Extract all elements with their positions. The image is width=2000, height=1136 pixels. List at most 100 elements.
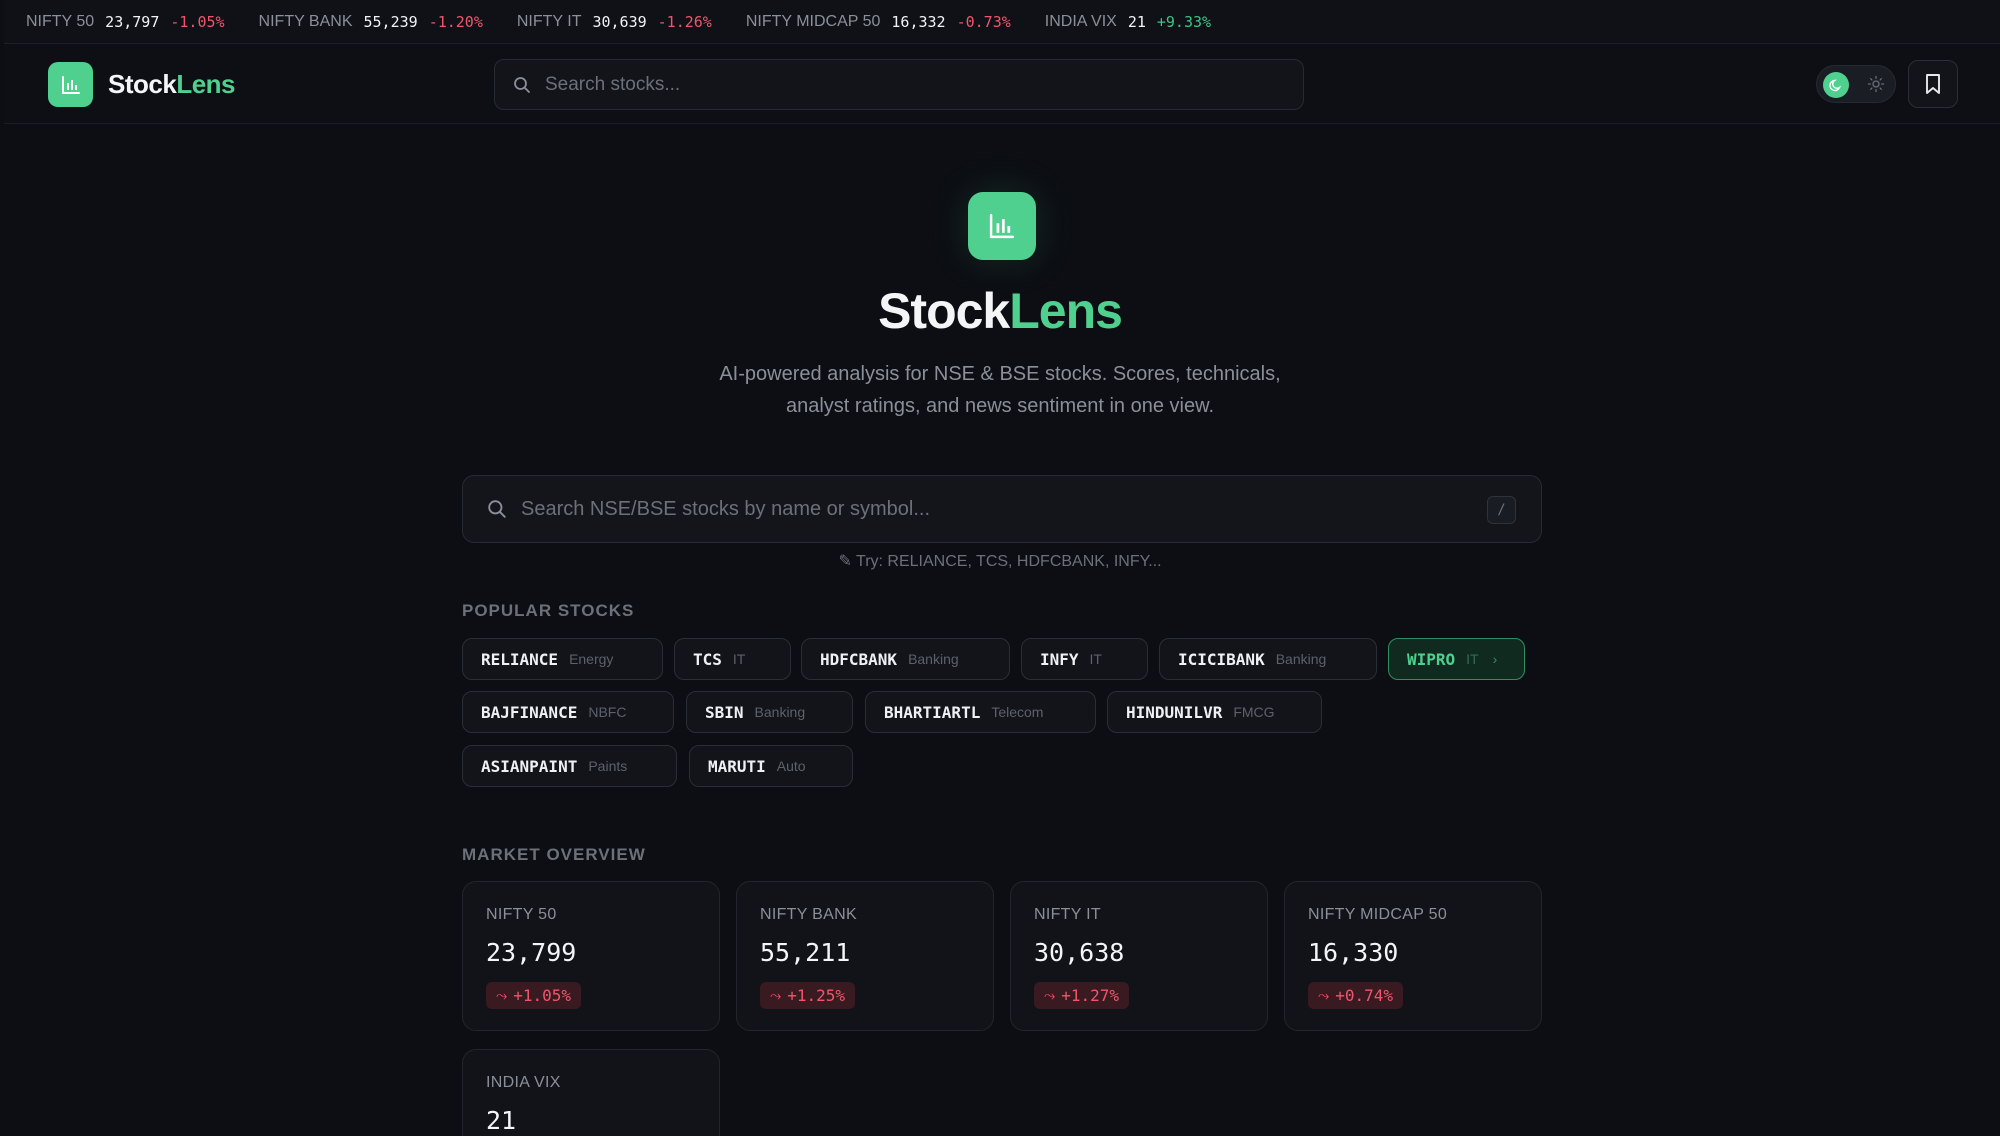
search-hint: ✎ Try: RELIANCE, TCS, HDFCBANK, INFY... <box>838 553 1162 570</box>
stock-chip-icicibank[interactable]: ICICIBANK Banking <box>1159 638 1377 680</box>
header-search-input[interactable] <box>545 73 1245 96</box>
hero-subtitle: AI-powered analysis for NSE & BSE stocks… <box>719 363 1281 417</box>
stock-chip-sbin[interactable]: SBIN Banking <box>686 691 853 733</box>
brand-name[interactable]: StockLens <box>108 69 235 100</box>
ticker-value: 16,332 <box>891 12 946 31</box>
index-card-name: NIFTY IT <box>1034 906 1101 923</box>
index-card-change-value: +1.25% <box>787 986 845 1005</box>
index-card-name: NIFTY BANK <box>760 906 857 923</box>
ticker-item-nifty-midcap-50: NIFTY MIDCAP 50 16,332 -0.73% <box>746 13 1011 31</box>
stock-chip-hindunilvr[interactable]: HINDUNILVR FMCG <box>1107 691 1322 733</box>
stock-chip-sector: IT <box>1466 651 1479 667</box>
header-search[interactable] <box>494 59 1304 110</box>
ticker-item-nifty-bank: NIFTY BANK 55,239 -1.20% <box>259 13 483 31</box>
stock-chip-symbol: HDFCBANK <box>820 649 898 669</box>
ticker-name: NIFTY MIDCAP 50 <box>745 12 881 30</box>
top-header: StockLens <box>4 44 2000 124</box>
stock-chip-symbol: HINDUNILVR <box>1126 702 1223 722</box>
chevron-right-icon: › <box>1492 651 1498 667</box>
bar-chart-icon <box>989 213 1015 239</box>
trend-down-icon: ⤳ <box>496 987 508 1004</box>
stock-chip-symbol: MARUTI <box>708 756 766 776</box>
search-icon <box>514 76 530 93</box>
stock-chip-sector: FMCG <box>1233 704 1275 720</box>
ticker-value: 21 <box>1127 12 1146 31</box>
stock-chip-wipro[interactable]: WIPRO IT › <box>1388 638 1525 680</box>
index-card-change-value: +0.74% <box>1335 986 1393 1005</box>
stock-chip-symbol: BHARTIARTL <box>884 702 981 722</box>
ticker-change: -0.73% <box>956 12 1011 31</box>
index-card-change-value: +1.27% <box>1061 986 1119 1005</box>
stock-chip-sector: Auto <box>776 758 806 774</box>
watchlist-button[interactable] <box>1908 60 1958 108</box>
index-card-change: ⤳ +1.27% <box>1034 982 1129 1009</box>
index-card-name: NIFTY 50 <box>486 906 557 923</box>
ticker-change: -1.26% <box>657 12 712 31</box>
stock-chip-sector: IT <box>1089 651 1102 667</box>
trend-down-icon: ⤳ <box>1318 987 1330 1004</box>
stock-chip-sector: IT <box>732 651 746 667</box>
hero-title-accent: Lens <box>1009 283 1123 339</box>
index-card-nifty-it[interactable]: NIFTY IT 30,638 ⤳ +1.27% <box>1010 881 1268 1031</box>
index-card-nifty-bank[interactable]: NIFTY BANK 55,211 ⤳ +1.25% <box>736 881 994 1031</box>
ticker-name: NIFTY 50 <box>26 12 95 30</box>
bar-chart-icon <box>61 75 80 94</box>
stock-chip-bajfinance[interactable]: BAJFINANCE NBFC <box>462 691 674 733</box>
stock-chip-sector: Paints <box>588 758 628 774</box>
ticker-item-nifty-it: NIFTY IT 30,639 -1.26% <box>517 13 712 31</box>
stock-chip-infy[interactable]: INFY IT <box>1021 638 1148 680</box>
index-card-value: 23,799 <box>486 938 577 967</box>
ticker-change: -1.05% <box>170 12 225 31</box>
trend-down-icon: ⤳ <box>1044 987 1056 1004</box>
main-search-input[interactable] <box>521 497 1461 521</box>
brand-name-part: Stock <box>108 69 177 99</box>
stock-chip-asianpaint[interactable]: ASIANPAINT Paints <box>462 745 677 787</box>
stock-chip-tcs[interactable]: TCS IT <box>674 638 791 680</box>
index-card-change: ⤳ +0.74% <box>1308 982 1403 1009</box>
stock-chip-sector: Banking <box>754 704 806 720</box>
stock-chip-sector: Energy <box>569 651 614 667</box>
market-ticker: NIFTY 50 23,797 -1.05% NIFTY BANK 55,239… <box>4 0 2000 44</box>
keyboard-shortcut-badge: / <box>1487 496 1516 524</box>
stock-chip-sector: NBFC <box>588 704 627 720</box>
stock-chip-symbol: ICICIBANK <box>1178 649 1265 669</box>
ticker-name: NIFTY BANK <box>258 12 353 30</box>
stock-chip-symbol: BAJFINANCE <box>481 702 578 722</box>
stock-chip-maruti[interactable]: MARUTI Auto <box>689 745 853 787</box>
trend-down-icon: ⤳ <box>770 987 782 1004</box>
hero-logo <box>968 192 1036 260</box>
search-icon <box>488 500 506 518</box>
index-card-nifty-50[interactable]: NIFTY 50 23,799 ⤳ +1.05% <box>462 881 720 1031</box>
moon-icon <box>1829 79 1842 92</box>
stock-chip-sector: Telecom <box>991 704 1044 720</box>
index-card-change-value: +1.05% <box>513 986 571 1005</box>
sun-icon <box>1867 75 1885 93</box>
stock-chip-hdfcbank[interactable]: HDFCBANK Banking <box>801 638 1010 680</box>
stock-chip-symbol: WIPRO <box>1407 649 1456 669</box>
theme-toggle-knob <box>1823 72 1849 98</box>
index-card-change: ⤳ +1.25% <box>760 982 855 1009</box>
index-card-change: ⤳ +1.05% <box>486 982 581 1009</box>
main-search[interactable]: / <box>462 475 1542 543</box>
index-card-name: NIFTY MIDCAP 50 <box>1308 906 1448 923</box>
market-overview-heading: MARKET OVERVIEW <box>462 845 646 864</box>
theme-toggle[interactable] <box>1816 65 1896 103</box>
index-card-india-vix[interactable]: INDIA VIX 21 <box>462 1049 720 1136</box>
brand-name-accent: Lens <box>176 69 235 99</box>
index-card-value: 21 <box>486 1106 517 1135</box>
hero-title-part: Stock <box>878 283 1010 339</box>
stock-chip-sector: Banking <box>1275 651 1327 667</box>
ticker-change: -1.20% <box>428 12 483 31</box>
index-card-value: 55,211 <box>760 938 851 967</box>
logo[interactable] <box>48 62 93 107</box>
stock-chip-reliance[interactable]: RELIANCE Energy <box>462 638 663 680</box>
index-card-name: INDIA VIX <box>486 1074 561 1091</box>
ticker-name: NIFTY IT <box>516 12 582 30</box>
stock-chip-symbol: TCS <box>693 649 722 669</box>
stock-chip-bhartiartl[interactable]: BHARTIARTL Telecom <box>865 691 1096 733</box>
ticker-change: +9.33% <box>1156 12 1212 31</box>
index-card-value: 30,638 <box>1034 938 1125 967</box>
index-card-nifty-midcap-50[interactable]: NIFTY MIDCAP 50 16,330 ⤳ +0.74% <box>1284 881 1542 1031</box>
stock-chip-symbol: RELIANCE <box>481 649 559 669</box>
ticker-value: 30,639 <box>592 12 647 31</box>
